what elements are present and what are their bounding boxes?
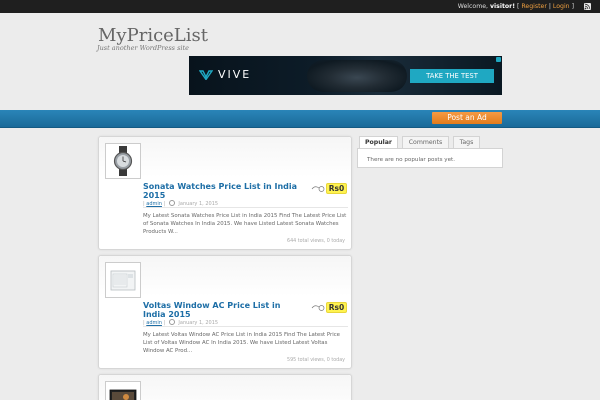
price-tag: Rs0: [311, 302, 349, 313]
ad-choices-icon[interactable]: [496, 57, 501, 62]
meta-separator: |: [143, 201, 145, 207]
post-excerpt: My Latest Sonata Watches Price List in I…: [143, 213, 347, 235]
post-date: January 1, 2015: [178, 320, 219, 326]
username: visitor!: [489, 3, 516, 10]
meta-separator: |: [163, 320, 166, 326]
air-conditioner-thumbnail[interactable]: [105, 262, 141, 298]
welcome-message: Welcome, visitor! [ Register | Login ]: [458, 3, 574, 10]
post-excerpt: My Latest Voltas Window AC Price List in…: [143, 332, 340, 354]
post-title[interactable]: Voltas Window AC Price List in India 201…: [143, 301, 303, 319]
bracket-open: [: [517, 3, 520, 10]
price-tag-icon: [311, 305, 325, 311]
sidebar-tabs: Popular Comments Tags: [357, 136, 503, 149]
site-tagline: Just another WordPress site: [97, 44, 189, 52]
post-title[interactable]: Sonata Watches Price List in India 2015: [143, 182, 303, 200]
bracket-close: ]: [571, 3, 574, 10]
post-an-ad-button[interactable]: Post an Ad: [432, 112, 502, 124]
tab-comments[interactable]: Comments: [402, 136, 449, 148]
ad-banner[interactable]: VIVE TAKE THE TEST: [189, 56, 502, 95]
welcome-prefix: Welcome,: [457, 3, 489, 10]
sidebar-widget: Popular Comments Tags There are no popul…: [357, 136, 503, 168]
rss-icon[interactable]: [584, 3, 591, 10]
site-title[interactable]: MyPriceList: [98, 25, 208, 46]
sidebar-panel: There are no popular posts yet.: [357, 148, 503, 168]
vive-logo-icon: [199, 70, 213, 80]
post-card: [98, 374, 352, 400]
calendar-icon: [168, 319, 175, 325]
login-link[interactable]: Login: [553, 3, 570, 10]
ad-brand: VIVE: [218, 68, 252, 81]
watch-thumbnail[interactable]: [105, 143, 141, 179]
ad-cta-button[interactable]: TAKE THE TEST: [410, 69, 494, 83]
post-author[interactable]: admin: [146, 320, 162, 326]
register-link[interactable]: Register: [521, 3, 546, 10]
post-card: Sonata Watches Price List in India 2015 …: [98, 136, 352, 250]
tv-thumbnail[interactable]: [105, 381, 141, 400]
post-card: Voltas Window AC Price List in India 201…: [98, 255, 352, 369]
price-tag-icon: [311, 186, 325, 192]
price-tag: Rs0: [311, 183, 349, 194]
meta-separator: |: [143, 320, 145, 326]
calendar-icon: [168, 200, 175, 206]
post-author[interactable]: admin: [146, 201, 162, 207]
post-views: 644 total views, 0 today: [287, 239, 345, 244]
post-date: January 1, 2015: [178, 201, 219, 207]
price-value: Rs0: [326, 302, 347, 313]
meta-separator: |: [163, 201, 166, 207]
headset-image: [307, 60, 407, 92]
post-views: 595 total views, 0 today: [287, 358, 345, 363]
tab-tags[interactable]: Tags: [453, 136, 480, 148]
price-value: Rs0: [326, 183, 347, 194]
post-meta: | admin | January 1, 2015: [143, 200, 348, 208]
nav-bar: [0, 110, 600, 128]
post-meta: | admin | January 1, 2015: [143, 319, 348, 327]
empty-message: There are no popular posts yet.: [367, 157, 455, 163]
top-bar: Welcome, visitor! [ Register | Login ]: [0, 0, 600, 13]
link-separator: |: [548, 3, 551, 10]
